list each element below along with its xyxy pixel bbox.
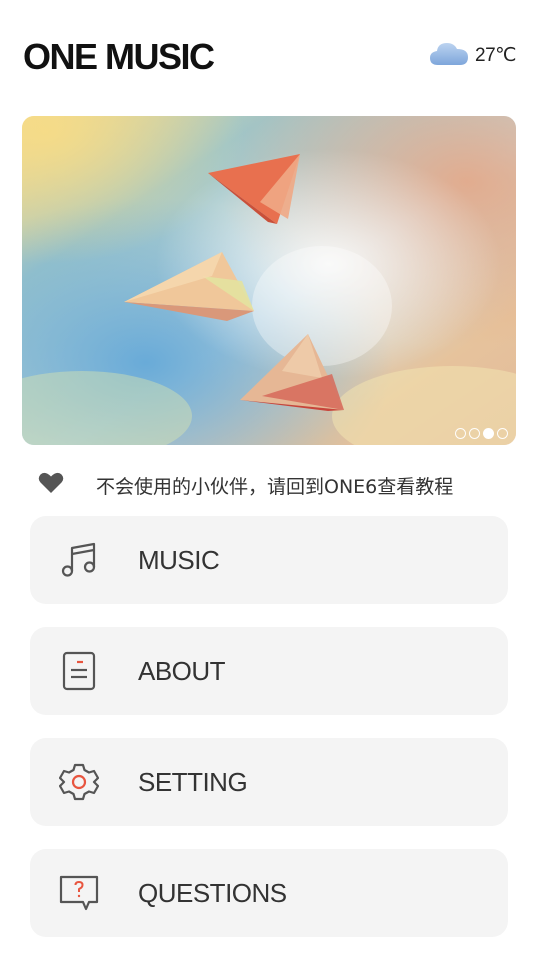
carousel-indicator[interactable] [455, 428, 508, 439]
gear-icon [59, 762, 99, 802]
menu-label: QUESTIONS [138, 877, 287, 908]
main-menu: MUSIC ABOUT SETTING QUESTIONS [30, 516, 508, 956]
weather-widget[interactable]: 27℃ [429, 40, 516, 70]
app-title: ONE MUSIC [23, 36, 215, 77]
temperature-label: 27℃ [475, 44, 516, 66]
cloud-icon [429, 39, 469, 72]
menu-label: ABOUT [138, 655, 226, 686]
home-screen: ONE MUSIC 27℃ 不会使用的小伙伴，请回到ONE6查看教程 MUSIC… [0, 0, 538, 956]
heart-icon [38, 472, 64, 499]
carousel-dot-active[interactable] [483, 428, 494, 439]
carousel-dot[interactable] [469, 428, 480, 439]
question-chat-icon [59, 873, 99, 913]
menu-item-about[interactable]: ABOUT [30, 627, 508, 715]
notice-marquee: 不会使用的小伙伴，请回到ONE6查看教程 [38, 470, 508, 500]
menu-item-setting[interactable]: SETTING [30, 738, 508, 826]
banner-image [22, 116, 516, 445]
carousel-dot[interactable] [497, 428, 508, 439]
banner-carousel[interactable] [22, 116, 516, 445]
notice-text: 不会使用的小伙伴，请回到ONE6查看教程 [96, 475, 454, 498]
menu-label: MUSIC [138, 544, 220, 575]
music-note-icon [59, 540, 99, 580]
menu-label: SETTING [138, 766, 248, 797]
document-icon [59, 651, 99, 691]
menu-item-questions[interactable]: QUESTIONS [30, 849, 508, 937]
menu-item-music[interactable]: MUSIC [30, 516, 508, 604]
carousel-dot[interactable] [455, 428, 466, 439]
